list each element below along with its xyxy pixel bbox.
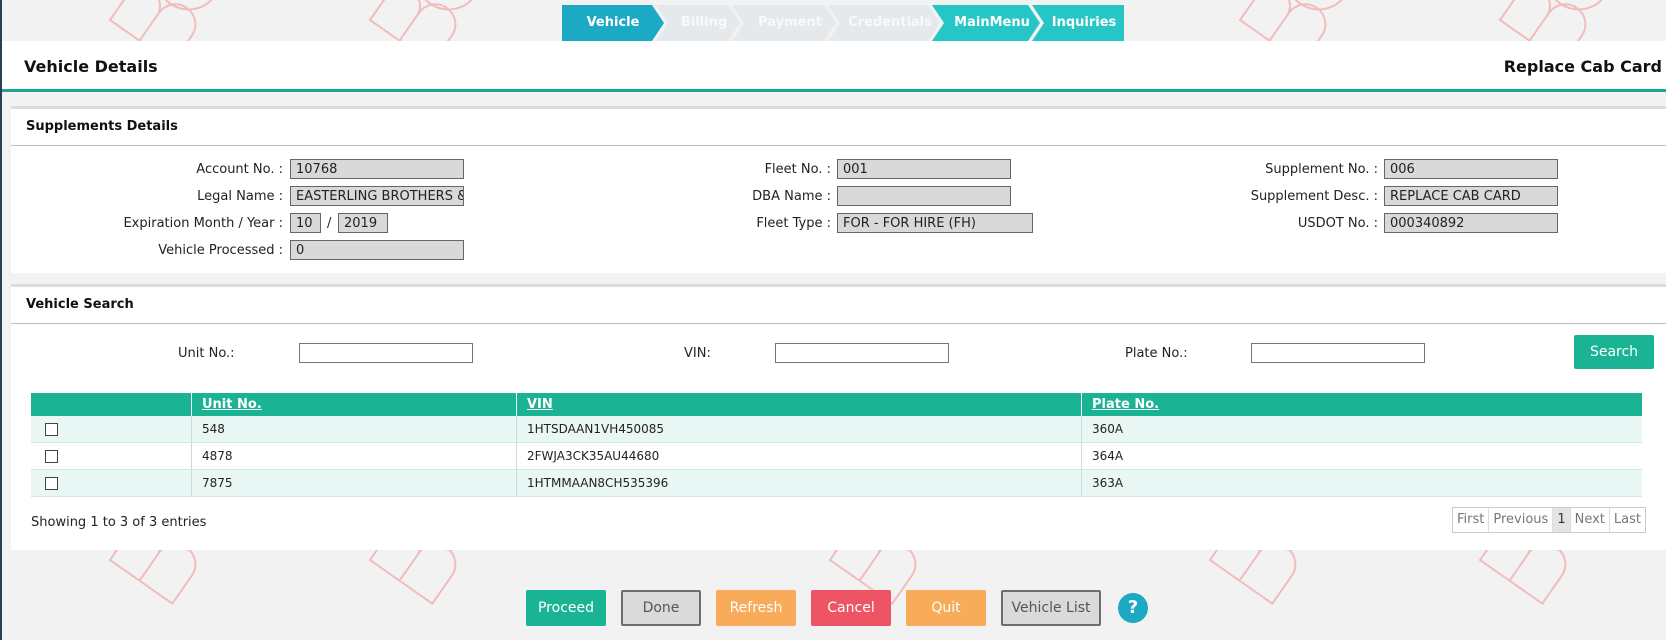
step-mainmenu[interactable]: MainMenu — [932, 5, 1040, 41]
supplement-desc-field[interactable]: REPLACE CAB CARD — [1384, 186, 1558, 206]
table-row[interactable]: 7875 1HTMMAAN8CH535396 363A — [31, 469, 1642, 497]
pagination: First Previous 1 Next Last — [1452, 507, 1646, 533]
proceed-button[interactable]: Proceed — [526, 590, 606, 626]
pager-first[interactable]: First — [1453, 508, 1488, 532]
wizard-steps: Vehicle Billing Payment Credentials Main… — [562, 5, 1124, 41]
entries-info: Showing 1 to 3 of 3 entries — [31, 515, 207, 530]
unit-no-label: Unit No.: — [178, 346, 235, 361]
row-checkbox[interactable] — [45, 450, 58, 463]
plate-no-input[interactable] — [1251, 343, 1425, 363]
row-checkbox[interactable] — [45, 423, 58, 436]
supplements-heading: Supplements Details — [11, 109, 1666, 146]
step-billing: Billing — [656, 5, 740, 41]
dba-name-field[interactable] — [837, 186, 1011, 206]
step-vehicle[interactable]: Vehicle — [562, 5, 664, 41]
expiration-label: Expiration Month / Year : — [123, 216, 283, 231]
help-icon[interactable]: ? — [1118, 593, 1148, 623]
col-vin[interactable]: VIN — [516, 393, 1082, 416]
row-checkbox-cell — [31, 469, 192, 497]
step-credentials: Credentials — [828, 5, 940, 41]
supplement-no-field[interactable]: 006 — [1384, 159, 1558, 179]
table-row[interactable]: 4878 2FWJA3CK35AU44680 364A — [31, 442, 1642, 470]
pager-last[interactable]: Last — [1608, 508, 1645, 532]
legal-name-label: Legal Name : — [197, 189, 283, 204]
plate-cell: 363A — [1081, 469, 1642, 497]
account-field[interactable]: 10768 — [290, 159, 464, 179]
supplements-panel: Supplements Details Account No. : 10768 … — [11, 106, 1666, 273]
page-title: Vehicle Details — [24, 57, 158, 76]
pager-next[interactable]: Next — [1569, 508, 1609, 532]
unit-no-input[interactable] — [299, 343, 473, 363]
vin-cell: 1HTSDAAN1VH450085 — [516, 416, 1082, 443]
expiration-separator: / — [327, 216, 332, 231]
col-unit-no[interactable]: Unit No. — [191, 393, 517, 416]
window-edge — [0, 0, 2, 640]
pager-previous[interactable]: Previous — [1488, 508, 1552, 532]
unit-cell: 7875 — [191, 469, 517, 497]
row-checkbox[interactable] — [45, 477, 58, 490]
vin-cell: 1HTMMAAN8CH535396 — [516, 469, 1082, 497]
transaction-title: Replace Cab Card — [1503, 57, 1662, 76]
expiration-year-field[interactable]: 2019 — [338, 213, 388, 233]
account-label: Account No. : — [196, 162, 283, 177]
col-plate-no[interactable]: Plate No. — [1081, 393, 1642, 416]
vin-label: VIN: — [684, 346, 711, 361]
vehicle-search-heading: Vehicle Search — [11, 287, 1666, 324]
unit-cell: 548 — [191, 416, 517, 443]
plate-no-label: Plate No.: — [1125, 346, 1188, 361]
refresh-button[interactable]: Refresh — [716, 590, 796, 626]
pager-page-1[interactable]: 1 — [1552, 508, 1570, 532]
row-checkbox-cell — [31, 416, 192, 443]
fleet-type-field[interactable]: FOR - FOR HIRE (FH) — [837, 213, 1033, 233]
step-payment: Payment — [732, 5, 836, 41]
fleet-no-label: Fleet No. : — [764, 162, 831, 177]
vin-cell: 2FWJA3CK35AU44680 — [516, 442, 1082, 470]
supplement-desc-label: Supplement Desc. : — [1250, 189, 1378, 204]
fleet-type-label: Fleet Type : — [756, 216, 831, 231]
action-bar: Proceed Done Refresh Cancel Quit Vehicle… — [0, 590, 1666, 626]
expiration-month-field[interactable]: 10 — [290, 213, 321, 233]
legal-name-field[interactable]: EASTERLING BROTHERS & S — [290, 186, 464, 206]
cancel-button[interactable]: Cancel — [811, 590, 891, 626]
search-button[interactable]: Search — [1574, 335, 1654, 369]
vehicle-table: Unit No. VIN Plate No. 548 1HTSDAAN1VH45… — [31, 393, 1642, 497]
row-checkbox-cell — [31, 442, 192, 470]
quit-button[interactable]: Quit — [906, 590, 986, 626]
vehicle-processed-label: Vehicle Processed : — [158, 243, 283, 258]
vin-input[interactable] — [775, 343, 949, 363]
plate-cell: 364A — [1081, 442, 1642, 470]
step-inquiries[interactable]: Inquiries — [1032, 5, 1124, 41]
vehicle-search-panel: Vehicle Search Unit No.: VIN: Plate No.:… — [11, 284, 1666, 550]
plate-cell: 360A — [1081, 416, 1642, 443]
usdot-field[interactable]: 000340892 — [1384, 213, 1558, 233]
vehicle-list-button[interactable]: Vehicle List — [1001, 590, 1101, 626]
supplement-no-label: Supplement No. : — [1265, 162, 1378, 177]
usdot-label: USDOT No. : — [1297, 216, 1378, 231]
vehicle-processed-field[interactable]: 0 — [290, 240, 464, 260]
unit-cell: 4878 — [191, 442, 517, 470]
dba-name-label: DBA Name : — [752, 189, 831, 204]
fleet-no-field[interactable]: 001 — [837, 159, 1011, 179]
page-header: Vehicle Details Replace Cab Card — [2, 41, 1666, 92]
col-select — [31, 393, 192, 416]
done-button[interactable]: Done — [621, 590, 701, 626]
table-row[interactable]: 548 1HTSDAAN1VH450085 360A — [31, 416, 1642, 443]
